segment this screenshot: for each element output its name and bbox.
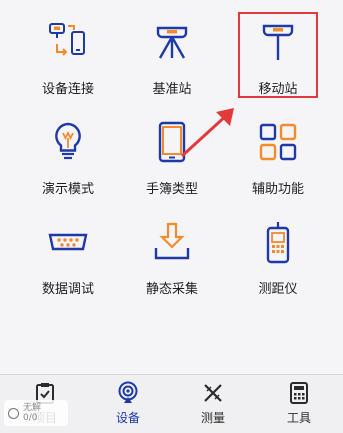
device-screen: 设备连接 基准站 移动站 演示模式 手簿类型 辅助功能 数据调试 静态采集 测距…: [0, 0, 343, 433]
grid-item-rangefinder[interactable]: 测距仪: [228, 210, 328, 300]
tab-device[interactable]: 设备: [93, 381, 163, 431]
calculator-icon: [290, 382, 308, 404]
rover-highlight-box: [238, 12, 318, 98]
grid-apps-icon: [259, 123, 297, 161]
tab-label: 测量: [200, 411, 225, 425]
download-tray-icon: [154, 222, 190, 260]
status-text: 无解 0/0: [23, 403, 41, 423]
grid-item-aux-functions[interactable]: 辅助功能: [228, 110, 328, 200]
survey-tools-icon: [204, 384, 222, 402]
grid-item-demo-mode[interactable]: 演示模式: [18, 110, 118, 200]
grid-item-data-debug[interactable]: 数据调试: [18, 210, 118, 300]
status-circle-icon: [8, 407, 19, 419]
device-link-icon: [49, 23, 85, 56]
tab-tools[interactable]: 工具: [264, 381, 334, 431]
tab-survey[interactable]: 测量: [178, 381, 248, 431]
satellite-dish-icon: [118, 381, 138, 403]
status-line-2: 0/0: [23, 413, 38, 423]
grid-item-label: 演示模式: [41, 182, 94, 197]
tab-label: 设备: [115, 411, 140, 425]
base-station-icon: [156, 26, 188, 59]
serial-port-icon: [48, 233, 88, 251]
tab-label: 工具: [286, 411, 311, 425]
lightbulb-icon: [55, 122, 81, 160]
grid-item-label: 辅助功能: [251, 182, 304, 197]
grid-item-label: 数据调试: [41, 282, 94, 297]
grid-item-label: 测距仪: [258, 282, 298, 297]
grid-item-label: 基准站: [152, 82, 192, 97]
grid-item-label: 手簿类型: [145, 182, 198, 197]
grid-item-device-connect[interactable]: 设备连接: [18, 10, 118, 100]
grid-item-base-station[interactable]: 基准站: [122, 10, 222, 100]
solution-status-chip[interactable]: 无解 0/0: [4, 400, 68, 426]
grid-item-static-collect[interactable]: 静态采集: [122, 210, 222, 300]
grid-item-label: 设备连接: [41, 82, 94, 97]
rangefinder-icon: [266, 222, 290, 264]
pointer-arrow-icon: [180, 108, 234, 158]
status-line-1: 无解: [23, 403, 42, 413]
grid-item-label: 静态采集: [145, 282, 198, 297]
